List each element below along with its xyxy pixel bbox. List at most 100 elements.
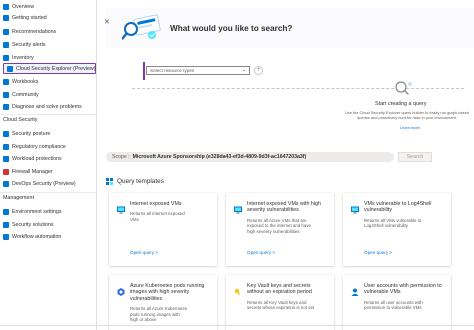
empty-state-heading: Start creating a query xyxy=(375,101,427,107)
query-template-card[interactable]: Key Vault keys and secrets without an exp… xyxy=(226,275,334,330)
compliance-icon xyxy=(3,143,9,150)
empty-state-body: Use the Cloud Security Explorer query bu… xyxy=(340,111,474,121)
card-title-line: vulnerable VMs xyxy=(364,289,401,296)
sidebar-item-label: Workbooks xyxy=(12,78,39,85)
vm-icon xyxy=(234,201,242,214)
card-description-line: high severity vulnerabilities xyxy=(247,228,300,234)
sidebar-item[interactable]: Cloud Security Explorer (Preview) xyxy=(3,63,96,74)
card-title: VMs vulnerable to Log4Shell vulnerability xyxy=(364,201,448,214)
sidebar-item[interactable]: Security solutions xyxy=(0,219,97,230)
sidebar-item[interactable]: Getting started xyxy=(0,12,97,23)
sidebar-item-label: Diagnose and solve problems xyxy=(12,103,82,110)
scope-label: Scope : xyxy=(112,154,130,160)
divider xyxy=(0,192,97,193)
inventory-icon xyxy=(3,54,9,61)
open-query-link[interactable]: Open query > xyxy=(364,250,392,255)
query-template-card[interactable]: User accounts with permission to vulnerab… xyxy=(343,275,451,330)
sidebar-item-label: Overview xyxy=(12,3,35,10)
card-title: Key Vault keys and secrets without an exp… xyxy=(247,283,331,296)
scope-value: Microsoft Azure Sponsorship (e328da43-ef… xyxy=(132,154,307,160)
sidebar-item-label: Workload protections xyxy=(12,155,62,162)
collapse-icon[interactable]: ✕ xyxy=(104,18,110,26)
query-templates-title: Query templates xyxy=(117,178,164,185)
card-title-line: without an expiration period xyxy=(247,289,312,296)
query-template-card[interactable]: Internet exposed VMs with high severity v… xyxy=(226,193,334,266)
grid-icon xyxy=(106,178,113,185)
getting-started-icon xyxy=(3,14,9,21)
workflow-icon xyxy=(3,233,9,240)
sidebar-item-label: Community xyxy=(12,91,39,98)
workload-icon xyxy=(3,155,9,162)
user-accounts-icon xyxy=(351,283,359,296)
open-query-link[interactable]: Open query > xyxy=(247,250,275,255)
diagnose-icon xyxy=(3,103,9,110)
query-template-card[interactable]: Azure Kubernetes pods running images with… xyxy=(109,275,217,330)
sidebar-section-header: Management xyxy=(3,195,34,201)
card-description: Returns all Key Vault keys and secrets wh… xyxy=(247,300,333,311)
divider xyxy=(0,114,97,115)
query-empty-icon xyxy=(395,81,412,95)
sidebar: Overview Getting started Recommendations Se… xyxy=(0,0,97,330)
query-builder-accent xyxy=(143,62,145,80)
sidebar-item-label: Security solutions xyxy=(12,221,54,228)
explorer-icon xyxy=(7,65,13,72)
search-illustration-icon xyxy=(122,14,161,40)
key-vault-icon xyxy=(234,283,242,296)
card-title: Internet exposed VMs with high severity v… xyxy=(247,201,331,214)
solutions-icon xyxy=(3,221,9,228)
search-button[interactable]: Search xyxy=(398,152,432,162)
sidebar-item[interactable]: Overview xyxy=(0,1,97,12)
empty-state-body-line: queries and proactively hunt for risks i… xyxy=(357,114,457,120)
resource-type-select-placeholder: Select resource types xyxy=(150,68,195,73)
card-description: Returns all VMs vulnerable to Log4Shell v… xyxy=(364,218,450,229)
sidebar-item-label: Workflow automation xyxy=(12,233,62,240)
sidebar-item[interactable]: Diagnose and solve problems xyxy=(0,101,97,112)
query-template-card[interactable]: Internet exposed VMs Returns all internet… xyxy=(109,193,217,266)
devops-icon xyxy=(3,180,9,187)
card-description: Returns all internet exposed VMs xyxy=(130,211,216,222)
open-query-link[interactable]: Open query > xyxy=(130,250,158,255)
sidebar-item[interactable]: Security alerts xyxy=(0,39,97,50)
chevron-down-icon: ⌄ xyxy=(241,67,246,73)
sidebar-item[interactable]: Workload protections xyxy=(0,153,97,164)
firewall-icon xyxy=(3,168,9,175)
sidebar-item[interactable]: Regulatory compliance xyxy=(0,141,97,152)
sidebar-item-label: Firewall Manager xyxy=(12,168,53,175)
environment-icon xyxy=(3,208,9,215)
sidebar-item[interactable]: DevOps Security (Preview) xyxy=(0,178,97,189)
page-title: What would you like to search? xyxy=(170,24,293,33)
sidebar-item-label: Environment settings xyxy=(12,208,62,215)
sidebar-item[interactable]: Workflow automation xyxy=(0,231,97,242)
query-template-card[interactable]: VMs vulnerable to Log4Shell vulnerability… xyxy=(343,193,451,266)
posture-icon xyxy=(3,130,9,137)
sidebar-item-label: Recommendations xyxy=(12,28,57,35)
add-filter-button[interactable]: + xyxy=(254,66,263,75)
sidebar-item[interactable]: Community xyxy=(0,89,97,100)
resource-type-select[interactable]: Select resource types ⌄ xyxy=(146,66,250,75)
app-root: Overview Getting started Recommendations Se… xyxy=(0,0,474,330)
card-title: Azure Kubernetes pods running images with… xyxy=(130,283,214,302)
vm-icon xyxy=(117,201,125,214)
sidebar-item-label: Regulatory compliance xyxy=(12,143,66,150)
card-description-line: VMs xyxy=(130,216,139,222)
sidebar-item[interactable]: Firewall Manager xyxy=(0,166,97,177)
card-description: Returns all Azure Kubernetes pods running… xyxy=(130,306,216,323)
sidebar-item[interactable]: Workbooks xyxy=(0,76,97,87)
card-title: Internet exposed VMs xyxy=(130,201,214,207)
sidebar-item-label: Security alerts xyxy=(12,41,46,48)
sidebar-item[interactable]: Security posture xyxy=(0,128,97,139)
sidebar-item[interactable]: Recommendations xyxy=(0,26,97,37)
recommendations-icon xyxy=(3,28,9,35)
sidebar-item[interactable]: Environment settings xyxy=(0,206,97,217)
scope-pill[interactable]: Scope : Microsoft Azure Sponsorship (e32… xyxy=(106,152,394,162)
sidebar-item[interactable]: Inventory xyxy=(0,52,97,63)
divider xyxy=(0,325,474,326)
divider xyxy=(132,88,464,89)
vm-icon xyxy=(351,201,359,214)
community-icon xyxy=(3,91,9,98)
card-title: User accounts with permission to vulnerab… xyxy=(364,283,448,296)
card-description-line: permission to vulnerable VMs xyxy=(364,305,422,311)
card-description: Returns all Azure VMs that are exposed to… xyxy=(247,218,333,235)
learn-more-link[interactable]: Learn more xyxy=(400,125,420,130)
card-description-line: high or above xyxy=(130,317,157,323)
